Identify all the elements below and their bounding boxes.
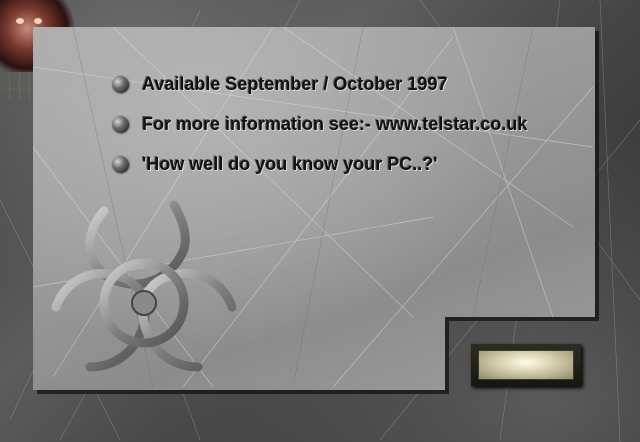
list-item: For more information see:- www.telstar.c… xyxy=(112,104,527,144)
tagline-text: 'How well do you know your PC..?' xyxy=(142,153,438,174)
list-item: 'How well do you know your PC..?' xyxy=(112,144,527,184)
creature-eye xyxy=(16,18,24,24)
sphere-bullet-icon xyxy=(112,156,128,172)
release-date-text: Available September / October 1997 xyxy=(142,73,448,94)
metal-plate-button[interactable] xyxy=(478,350,574,380)
biohazard-icon xyxy=(51,200,237,372)
list-item: Available September / October 1997 xyxy=(112,64,527,104)
sphere-bullet-icon xyxy=(112,116,128,132)
sphere-bullet-icon xyxy=(112,76,128,92)
info-list: Available September / October 1997 For m… xyxy=(112,64,527,184)
creature-eye xyxy=(34,18,42,24)
website-text: For more information see:- www.telstar.c… xyxy=(142,113,528,134)
